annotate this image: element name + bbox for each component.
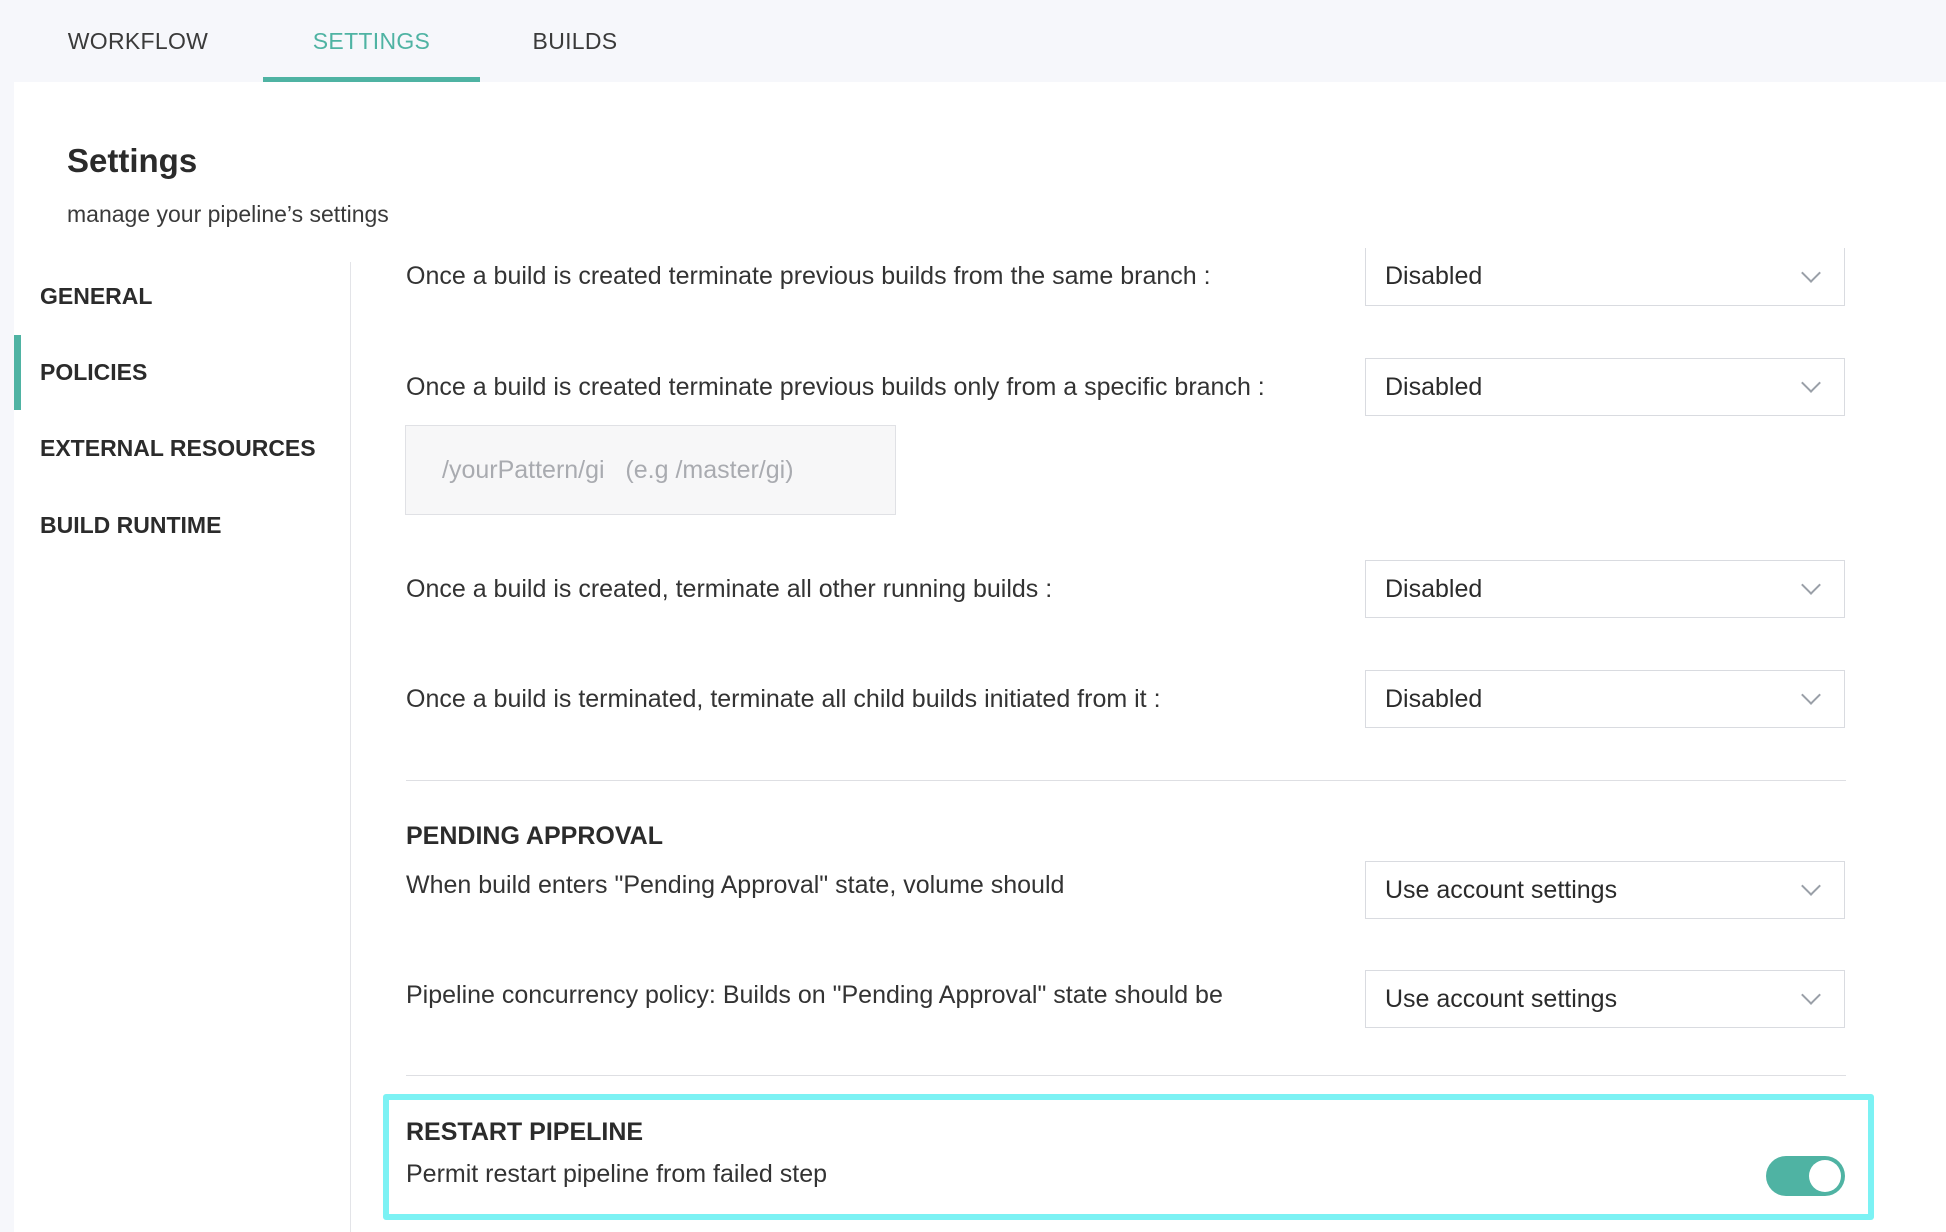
sidebar-item-general[interactable]: GENERAL xyxy=(40,276,152,316)
terminate-all-running-select[interactable]: Disabled xyxy=(1365,560,1845,618)
tab-workflow[interactable]: WORKFLOW xyxy=(42,0,234,82)
page-subtitle: manage your pipeline’s settings xyxy=(67,201,389,227)
terminate-specific-branch-select[interactable]: Disabled xyxy=(1365,358,1845,416)
branch-pattern-input[interactable] xyxy=(405,425,896,515)
sidebar-item-label: BUILD RUNTIME xyxy=(40,511,222,538)
restart-pipeline-toggle[interactable] xyxy=(1766,1156,1845,1196)
sidebar-item-policies[interactable]: POLICIES xyxy=(40,352,147,392)
restart-pipeline-title: RESTART PIPELINE xyxy=(406,1118,644,1146)
select-value: Disabled xyxy=(1385,262,1483,290)
tab-builds[interactable]: BUILDS xyxy=(505,0,645,82)
sidebar-item-build-runtime[interactable]: BUILD RUNTIME xyxy=(40,505,221,545)
tab-builds-label: BUILDS xyxy=(532,27,618,54)
terminate-specific-branch-label: Once a build is created terminate previo… xyxy=(406,373,1265,401)
sidebar-divider xyxy=(350,262,351,1232)
chevron-down-icon xyxy=(1801,985,1821,1005)
select-value: Disabled xyxy=(1385,574,1483,603)
sidebar-item-external-resources[interactable]: EXTERNAL RESOURCES xyxy=(40,428,316,468)
tab-workflow-label: WORKFLOW xyxy=(67,27,209,54)
toggle-knob xyxy=(1809,1160,1841,1192)
tab-settings-label: SETTINGS xyxy=(312,27,431,54)
page-title: Settings xyxy=(67,142,198,179)
select-value: Disabled xyxy=(1385,372,1483,401)
select-value: Use account settings xyxy=(1385,984,1618,1013)
chevron-down-icon xyxy=(1801,876,1821,896)
restart-pipeline-label: Permit restart pipeline from failed step xyxy=(406,1160,828,1188)
chevron-down-icon xyxy=(1801,575,1821,595)
terminate-all-running-label: Once a build is created, terminate all o… xyxy=(406,575,1053,603)
chevron-down-icon xyxy=(1801,373,1821,393)
restart-pipeline-highlight xyxy=(383,1094,1874,1220)
section-divider xyxy=(406,1075,1846,1076)
top-tab-bar: WORKFLOW SETTINGS BUILDS xyxy=(0,0,1946,82)
pending-approval-title: PENDING APPROVAL xyxy=(406,822,663,850)
pending-approval-volume-label: When build enters "Pending Approval" sta… xyxy=(406,871,1065,899)
sidebar-item-label: GENERAL xyxy=(40,282,153,309)
sidebar-item-label: EXTERNAL RESOURCES xyxy=(40,434,316,461)
pending-approval-concurrency-select[interactable]: Use account settings xyxy=(1365,970,1845,1028)
chevron-down-icon xyxy=(1801,262,1821,283)
terminate-same-branch-select[interactable]: Disabled xyxy=(1365,248,1845,306)
select-value: Use account settings xyxy=(1385,875,1618,904)
terminate-same-branch-label: Once a build is created terminate previo… xyxy=(406,262,1211,290)
sidebar-active-indicator xyxy=(14,335,21,410)
select-value: Disabled xyxy=(1385,684,1483,713)
tab-settings[interactable]: SETTINGS xyxy=(263,0,480,82)
chevron-down-icon xyxy=(1801,685,1821,705)
section-divider xyxy=(406,780,1846,781)
terminate-child-builds-label: Once a build is terminated, terminate al… xyxy=(406,685,1161,713)
pending-approval-concurrency-label: Pipeline concurrency policy: Builds on "… xyxy=(406,981,1223,1009)
terminate-child-builds-select[interactable]: Disabled xyxy=(1365,670,1845,728)
pending-approval-volume-select[interactable]: Use account settings xyxy=(1365,861,1845,919)
sidebar-item-label: POLICIES xyxy=(40,358,148,385)
